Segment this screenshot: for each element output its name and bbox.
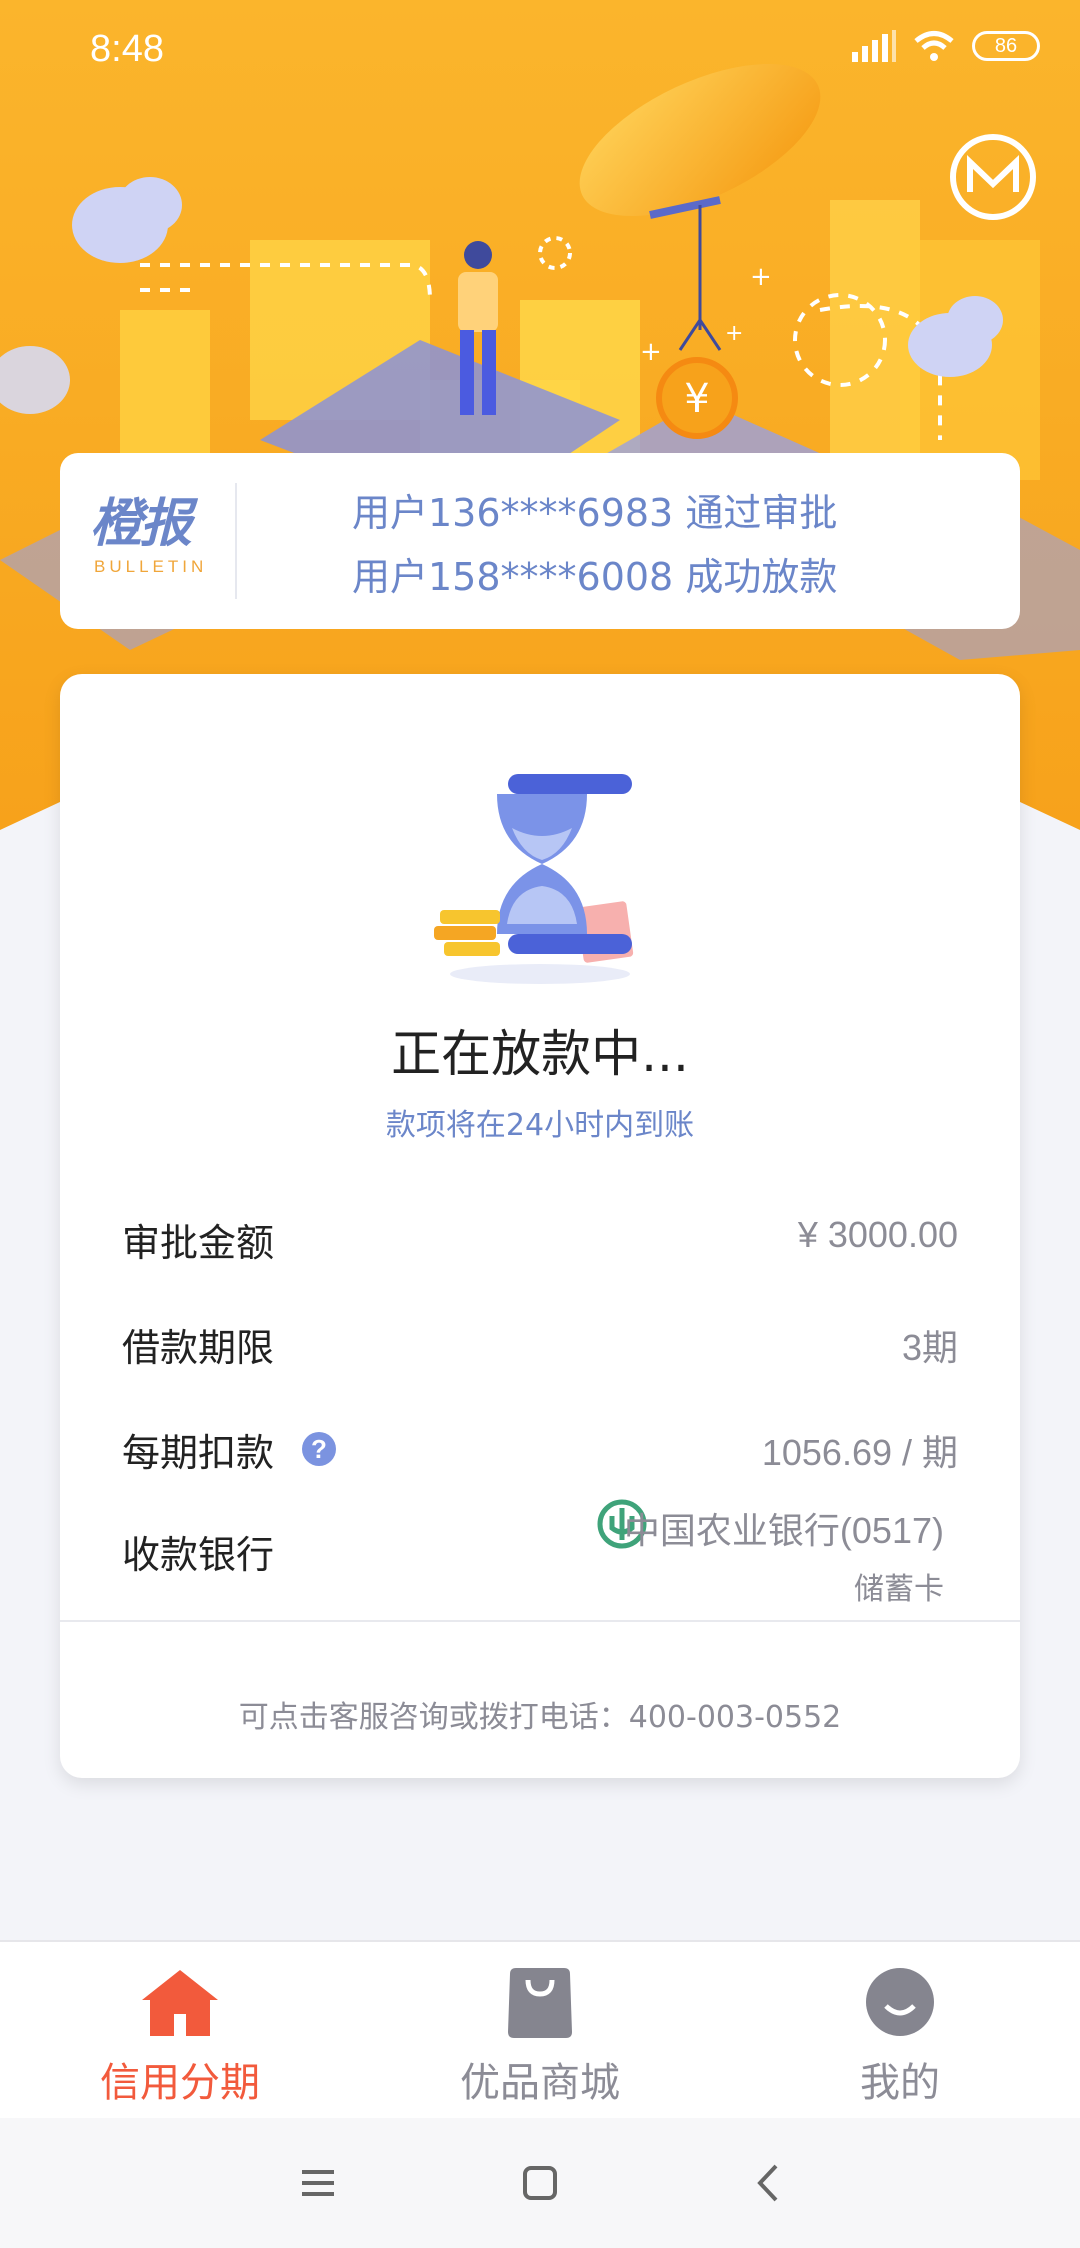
screen: ¥ + + + 8:48 86 橙报 BULLETIN 用户136****698… (0, 0, 1080, 2248)
bulletin-logo-en: BULLETIN (94, 557, 208, 576)
tab-label: 信用分期 (100, 2060, 260, 2106)
svg-text:+: + (640, 337, 662, 367)
receiving-bank-label: 收款银行 (122, 1533, 275, 1577)
home-icon (142, 1970, 218, 2036)
installment-row: 每期扣款 ? 1056.69 / 期 (122, 1416, 958, 1476)
home-square-icon[interactable] (520, 2158, 560, 2208)
svg-text:+: + (725, 321, 743, 346)
tab-mall[interactable]: 优品商城 (360, 1942, 720, 2120)
bulletin-message: 用户136****6983 通过审批 (352, 491, 838, 535)
card-divider (60, 1620, 1020, 1622)
status-time: 8:48 (90, 28, 164, 70)
circle-m-logo-icon[interactable] (950, 134, 1036, 220)
receiving-bank-row: 收款银行 中国农业银行(0517) 储蓄卡 (122, 1499, 958, 1607)
svg-text:+: + (750, 262, 772, 292)
loan-term-value: 3期 (901, 1327, 958, 1368)
bulletin-message: 用户158****6008 成功放款 (352, 555, 838, 599)
approved-amount-value: ¥ 3000.00 (797, 1214, 958, 1255)
bank-name: 中国农业银行(0517) (623, 1510, 944, 1551)
bulletin-divider (235, 483, 237, 599)
battery-icon: 86 (972, 31, 1040, 61)
bulletin-messages: 用户136****6983 通过审批 用户158****6008 成功放款 (352, 481, 837, 609)
tab-label: 优品商城 (460, 2060, 620, 2106)
bank-card-type: 储蓄卡 (854, 1572, 944, 1607)
loan-status-subtitle: 款项将在24小时内到账 (385, 1108, 695, 1143)
menu-icon[interactable] (298, 2158, 338, 2208)
bottom-tab-bar: 信用分期 优品商城 我的 (0, 1940, 1080, 2118)
tab-credit-installment[interactable]: 信用分期 (0, 1942, 360, 2120)
svg-text:¥: ¥ (684, 376, 709, 422)
loan-status-card: 正在放款中... 款项将在24小时内到账 审批金额 ¥ 3000.00 借款期限… (60, 674, 1020, 1778)
system-nav-bar (0, 2118, 1080, 2248)
loan-term-row: 借款期限 3期 (122, 1311, 958, 1371)
approved-amount-row: 审批金额 ¥ 3000.00 (122, 1206, 958, 1266)
m-mark-icon (967, 154, 1019, 192)
loan-status-title: 正在放款中... (391, 1025, 689, 1083)
hourglass-icon (434, 774, 634, 984)
wifi-icon (914, 31, 954, 61)
question-icon[interactable]: ? (302, 1432, 336, 1466)
approved-amount-label: 审批金额 (122, 1221, 275, 1265)
bulletin-logo: 橙报 BULLETIN (90, 495, 225, 577)
status-bar: 8:48 86 (0, 0, 1080, 100)
bulletin-logo-cn: 橙报 (90, 493, 192, 554)
status-icons: 86 (852, 30, 1040, 62)
bulletin-banner[interactable]: 橙报 BULLETIN 用户136****6983 通过审批 用户158****… (60, 453, 1020, 629)
tab-label: 我的 (860, 2060, 940, 2106)
installment-value: 1056.69 / 期 (761, 1432, 958, 1473)
signal-icon (852, 30, 896, 62)
installment-label: 每期扣款 (122, 1431, 275, 1475)
contact-text[interactable]: 可点击客服咨询或拨打电话：400-003-0552 (60, 1692, 1020, 1736)
shopping-bag-icon (508, 1968, 572, 2038)
profile-icon (866, 1968, 934, 2036)
back-icon[interactable] (748, 2158, 788, 2208)
tab-mine[interactable]: 我的 (720, 1942, 1080, 2120)
loan-term-label: 借款期限 (122, 1326, 275, 1370)
